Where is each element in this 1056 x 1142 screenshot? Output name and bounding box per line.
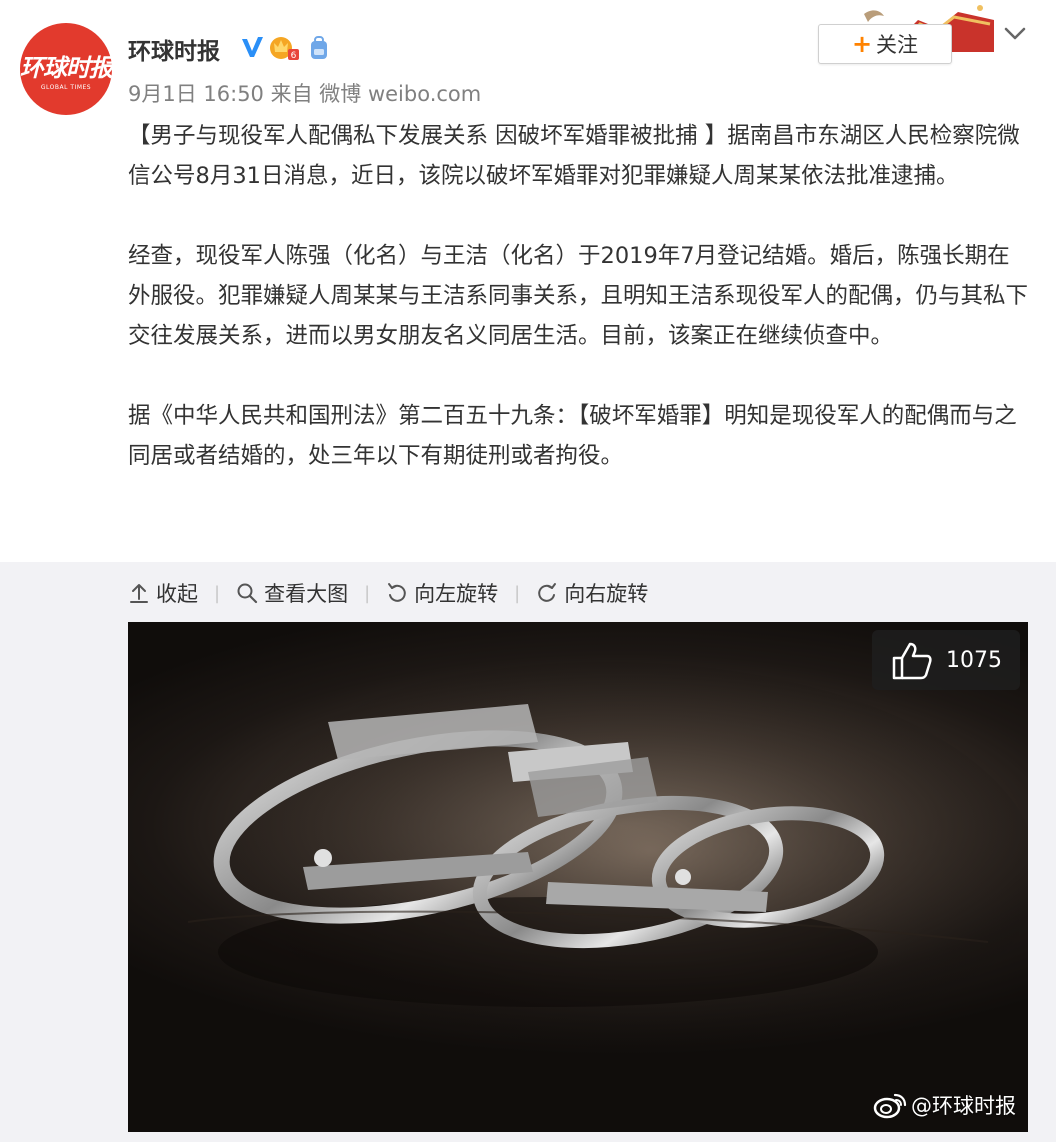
post-source[interactable]: 来自 微博 weibo.com (271, 82, 482, 106)
post-paragraph-3: 据《中华人民共和国刑法》第二百五十九条：【破坏军婚罪】明知是现役军人的配偶而与之… (128, 403, 1017, 469)
thumbs-up-icon (892, 642, 932, 680)
collapse-icon (130, 584, 148, 603)
weibo-logo-icon (873, 1093, 907, 1119)
watermark-text: @环球时报 (911, 1094, 1016, 1118)
rotate-left-label: 向左旋转 (414, 582, 499, 606)
chevron-down-icon[interactable] (1004, 26, 1026, 42)
post-image-handcuffs[interactable]: 1075 @环球时报 (128, 622, 1028, 1132)
avatar[interactable]: 环球时报 GLOBAL TIMES (20, 23, 113, 115)
view-large-label: 查看大图 (264, 582, 349, 606)
post-meta: 9月1日 16:50 来自 微博 weibo.com (128, 78, 481, 108)
collapse-button[interactable]: 收起 (128, 578, 198, 608)
collapse-label: 收起 (156, 582, 198, 606)
svg-text:6: 6 (291, 51, 297, 61)
post-paragraph-2: 经查，现役军人陈强（化名）与王洁（化名）于2019年7月登记结婚。婚后，陈强长期… (128, 243, 1029, 349)
member-crown-icon[interactable]: 6 (268, 33, 300, 61)
plus-icon: + (851, 30, 873, 58)
verified-icon (242, 37, 263, 57)
rotate-left-icon (388, 583, 406, 602)
view-large-button[interactable]: 查看大图 (236, 578, 348, 608)
schoolbag-badge-icon[interactable] (308, 35, 330, 61)
toolbar-separator: | (214, 582, 221, 604)
follow-label: 关注 (876, 33, 919, 57)
post-paragraph-1: 【男子与现役军人配偶私下发展关系 因破坏军婚罪被批捕 】据南昌市东湖区人民检察院… (128, 123, 1020, 189)
post-time[interactable]: 9月1日 16:50 (128, 82, 264, 106)
rotate-right-button[interactable]: 向右旋转 (536, 578, 648, 608)
rotate-left-button[interactable]: 向左旋转 (386, 578, 498, 608)
toolbar-separator: | (364, 582, 371, 604)
avatar-logo-subtext: GLOBAL TIMES (40, 83, 92, 91)
media-expanded-area: 收起 | 查看大图 | 向左旋转 | 向右旋转 1075 @环球时报 (0, 562, 1056, 1142)
toolbar-separator: | (514, 582, 521, 604)
like-button[interactable]: 1075 (872, 630, 1020, 690)
image-toolbar: 收起 | 查看大图 | 向左旋转 | 向右旋转 (128, 578, 648, 608)
post-content: 【男子与现役军人配偶私下发展关系 因破坏军婚罪被批捕 】据南昌市东湖区人民检察院… (128, 116, 1028, 476)
magnifier-icon (237, 583, 258, 604)
rotate-right-label: 向右旋转 (564, 582, 649, 606)
follow-button[interactable]: + 关注 (818, 24, 952, 64)
avatar-logo-text: 环球时报 (20, 52, 113, 82)
handcuffs-illustration (178, 662, 1028, 1082)
like-count: 1075 (946, 647, 1002, 673)
image-watermark: @环球时报 (873, 1090, 1016, 1120)
user-name[interactable]: 环球时报 (128, 32, 220, 66)
rotate-right-icon (538, 583, 557, 602)
